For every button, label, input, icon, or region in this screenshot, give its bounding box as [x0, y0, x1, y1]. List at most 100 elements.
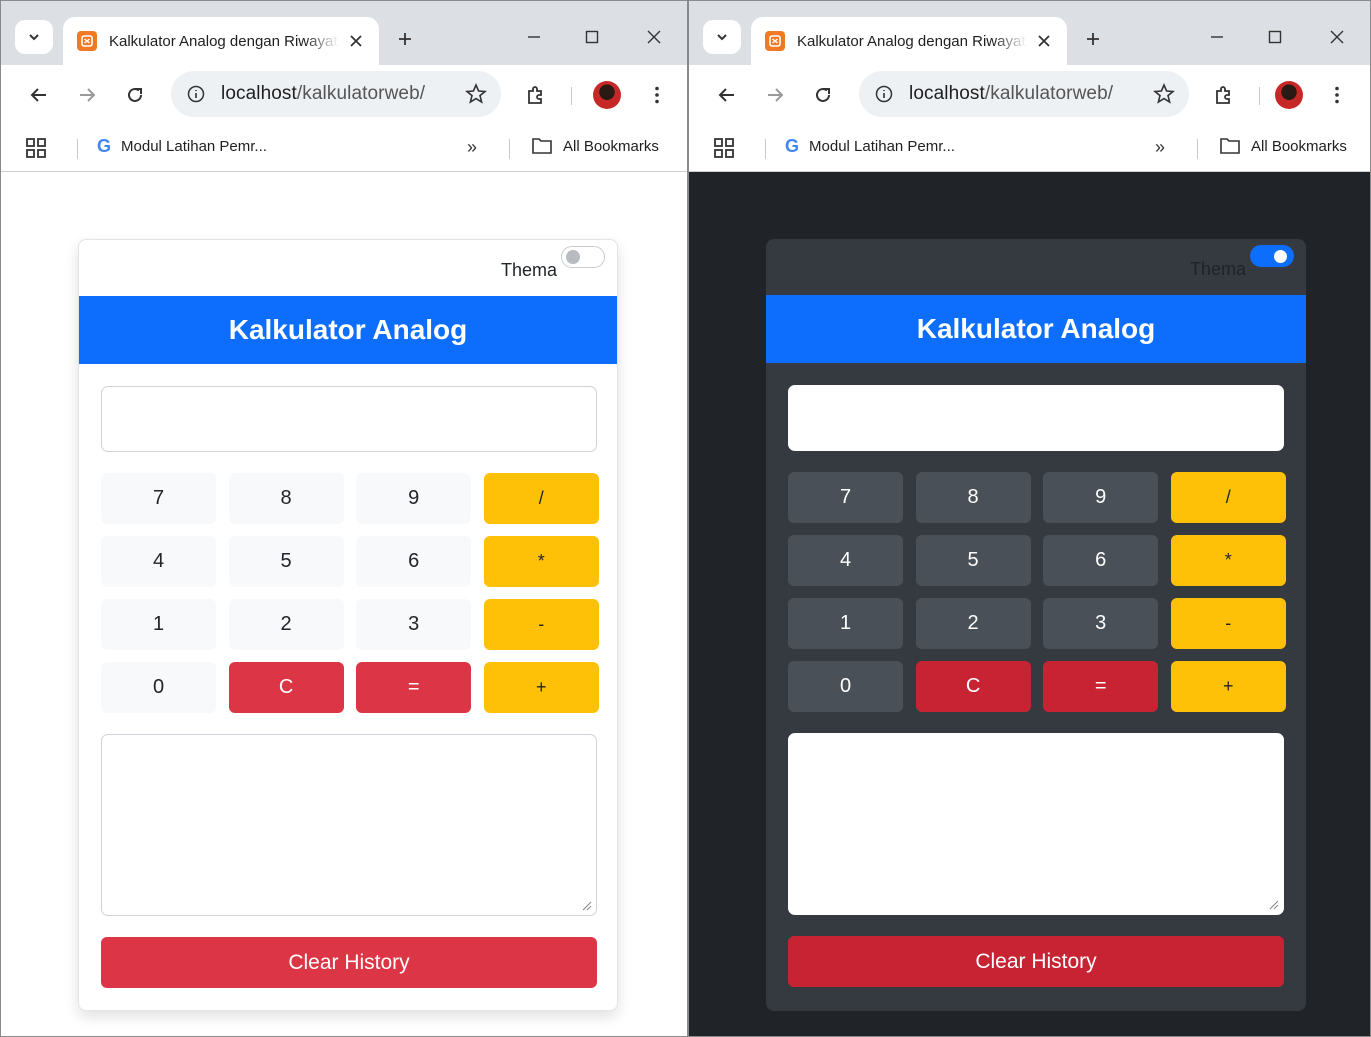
toggle-knob [566, 250, 580, 264]
all-bookmarks[interactable]: All Bookmarks [1219, 136, 1347, 156]
resize-grip-icon[interactable] [1269, 900, 1279, 910]
key-0[interactable]: 0 [101, 662, 216, 713]
calculator-display[interactable] [788, 385, 1284, 451]
url-path: /kalkulatorweb/ [296, 83, 426, 104]
key-9[interactable]: 9 [356, 473, 472, 524]
key-equals[interactable]: = [1043, 661, 1159, 712]
resize-grip-icon[interactable] [582, 901, 592, 911]
key-5[interactable]: 5 [915, 535, 1031, 586]
key-6[interactable]: 6 [356, 536, 472, 587]
key-9[interactable]: 9 [1043, 472, 1159, 523]
keypad: 7 8 9 / 4 5 6 * 1 2 3 - 0 C = + [101, 473, 599, 713]
key-add[interactable]: + [483, 662, 599, 713]
minimize-icon[interactable] [1194, 23, 1240, 51]
maximize-icon[interactable] [569, 23, 615, 51]
star-icon[interactable] [1152, 82, 1176, 105]
browser-window-dark: Kalkulator Analog dengan Riwayat localho… [688, 0, 1371, 1037]
key-add[interactable]: + [1170, 661, 1286, 712]
key-8[interactable]: 8 [915, 472, 1031, 523]
calculator-display[interactable] [101, 386, 597, 452]
all-bookmarks-label: All Bookmarks [1251, 137, 1347, 155]
minimize-icon[interactable] [511, 23, 557, 51]
apps-icon[interactable] [25, 137, 47, 159]
key-clear[interactable]: C [915, 661, 1031, 712]
key-multiply[interactable]: * [1170, 535, 1286, 586]
page-content: Thema Kalkulator Analog 7 8 9 / 4 5 6 * … [689, 173, 1370, 1036]
tab-search-icon[interactable] [703, 20, 741, 54]
key-subtract[interactable]: - [1170, 598, 1286, 649]
reload-icon[interactable] [121, 81, 149, 109]
toolbar-divider [571, 87, 572, 105]
plus-icon[interactable] [391, 25, 419, 53]
kebab-menu-icon[interactable] [643, 81, 671, 109]
calculator-card: Thema Kalkulator Analog 7 8 9 / 4 5 6 * … [78, 239, 618, 1011]
history-textarea[interactable] [101, 734, 597, 916]
key-2[interactable]: 2 [915, 598, 1031, 649]
key-clear[interactable]: C [228, 662, 344, 713]
forward-icon[interactable] [761, 81, 789, 109]
close-icon[interactable] [1033, 30, 1055, 52]
folder-icon [1220, 138, 1240, 154]
key-divide[interactable]: / [1170, 472, 1286, 523]
key-7[interactable]: 7 [101, 473, 216, 524]
tab-title: Kalkulator Analog dengan Riwayat [109, 32, 338, 50]
key-0[interactable]: 0 [788, 661, 903, 712]
forward-icon[interactable] [73, 81, 101, 109]
plus-icon[interactable] [1079, 25, 1107, 53]
key-5[interactable]: 5 [228, 536, 344, 587]
address-bar[interactable]: localhost/kalkulatorweb/ [171, 71, 501, 117]
bookmark-item[interactable]: G Modul Latihan Pemr... [97, 136, 267, 157]
browser-tab[interactable]: Kalkulator Analog dengan Riwayat [751, 17, 1067, 65]
reload-icon[interactable] [809, 81, 837, 109]
history-textarea[interactable] [788, 733, 1284, 915]
google-icon: G [97, 136, 112, 156]
key-6[interactable]: 6 [1043, 535, 1159, 586]
key-3[interactable]: 3 [356, 599, 472, 650]
key-divide[interactable]: / [483, 473, 599, 524]
theme-toggle[interactable] [561, 246, 605, 268]
key-1[interactable]: 1 [101, 599, 216, 650]
browser-tab[interactable]: Kalkulator Analog dengan Riwayat [63, 17, 379, 65]
info-icon[interactable] [873, 83, 895, 105]
clear-history-button[interactable]: Clear History [101, 937, 597, 988]
extensions-icon[interactable] [1209, 81, 1237, 109]
window-close-icon[interactable] [631, 23, 677, 51]
avatar[interactable] [593, 81, 621, 109]
key-subtract[interactable]: - [483, 599, 599, 650]
clear-history-button[interactable]: Clear History [788, 936, 1284, 987]
star-icon[interactable] [464, 82, 488, 105]
info-icon[interactable] [185, 83, 207, 105]
calculator-title: Kalkulator Analog [79, 296, 617, 364]
bookmark-item[interactable]: G Modul Latihan Pemr... [785, 136, 955, 157]
key-3[interactable]: 3 [1043, 598, 1159, 649]
maximize-icon[interactable] [1252, 23, 1298, 51]
key-1[interactable]: 1 [788, 598, 903, 649]
bookmarks-overflow[interactable]: » [467, 137, 477, 158]
key-equals[interactable]: = [356, 662, 472, 713]
back-icon[interactable] [713, 81, 741, 109]
bookmarks-divider [77, 139, 78, 159]
avatar[interactable] [1275, 81, 1303, 109]
apps-icon[interactable] [713, 137, 735, 159]
close-icon[interactable] [345, 30, 367, 52]
key-8[interactable]: 8 [228, 473, 344, 524]
bookmarks-overflow[interactable]: » [1155, 137, 1165, 158]
all-bookmarks[interactable]: All Bookmarks [531, 136, 659, 156]
bookmarks-bar: G Modul Latihan Pemr... » All Bookmarks [1, 125, 687, 172]
key-4[interactable]: 4 [788, 535, 903, 586]
address-bar[interactable]: localhost/kalkulatorweb/ [859, 71, 1189, 117]
bookmarks-divider-2 [1197, 139, 1198, 159]
extensions-icon[interactable] [521, 81, 549, 109]
tab-search-icon[interactable] [15, 20, 53, 54]
back-icon[interactable] [25, 81, 53, 109]
theme-toggle[interactable] [1250, 245, 1294, 267]
key-7[interactable]: 7 [788, 472, 903, 523]
keypad: 7 8 9 / 4 5 6 * 1 2 3 - 0 C = + [788, 472, 1286, 712]
window-close-icon[interactable] [1314, 23, 1360, 51]
key-4[interactable]: 4 [101, 536, 216, 587]
key-2[interactable]: 2 [228, 599, 344, 650]
key-multiply[interactable]: * [483, 536, 599, 587]
favicon-icon [765, 31, 785, 51]
page-content: Thema Kalkulator Analog 7 8 9 / 4 5 6 * … [1, 173, 687, 1036]
kebab-menu-icon[interactable] [1323, 81, 1351, 109]
